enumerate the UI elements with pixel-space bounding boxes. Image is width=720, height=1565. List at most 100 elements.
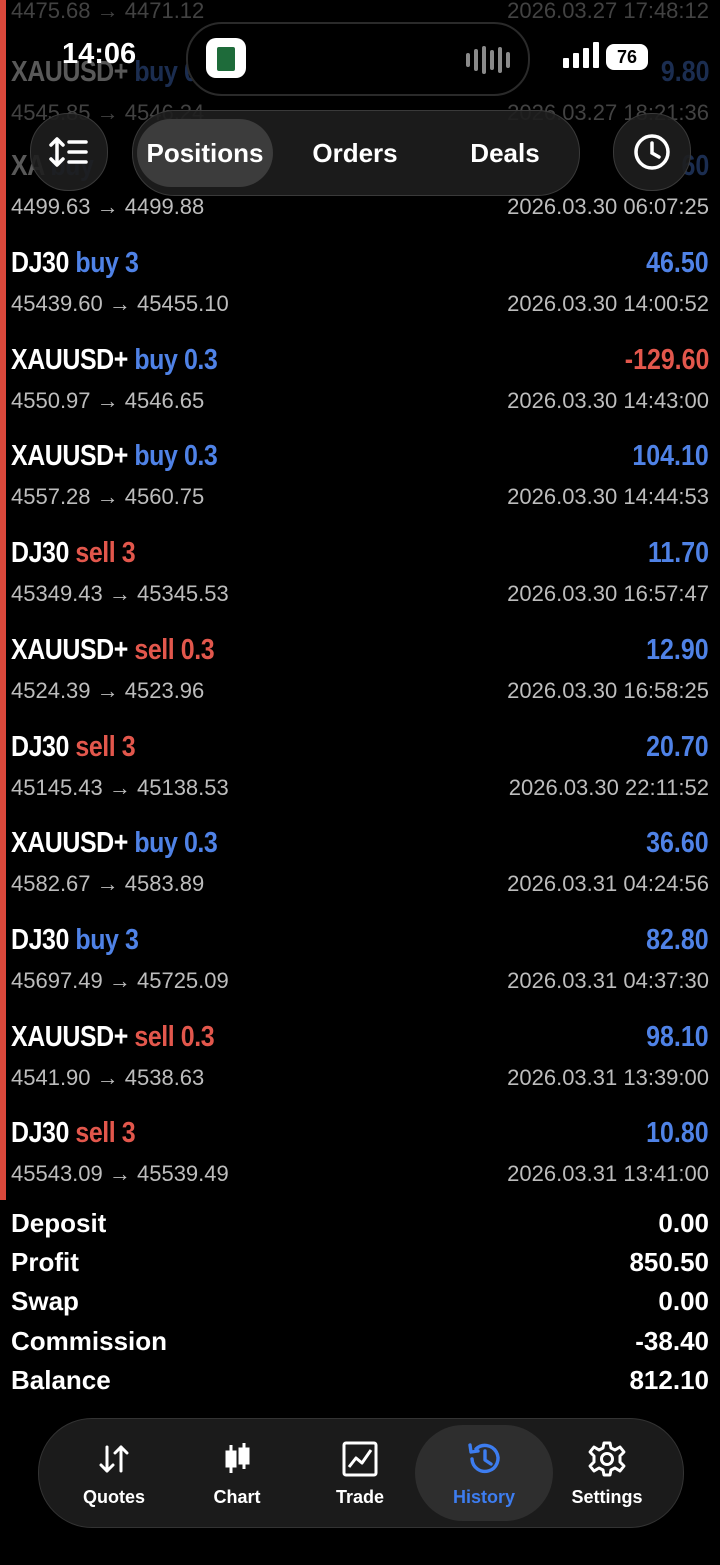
- deal-symbol: DJ30: [11, 730, 69, 763]
- nav-label: Settings: [571, 1487, 643, 1507]
- nav-chart[interactable]: Chart: [177, 1425, 297, 1521]
- deal-title: DJ30 sell 3: [11, 730, 136, 764]
- deal-side: buy: [134, 440, 178, 473]
- deal-row[interactable]: DJ30 sell 3 20.70 45145.43 → 45138.53 2026.…: [0, 729, 720, 825]
- deal-prices: 4557.28 → 4560.75: [11, 484, 205, 510]
- deal-symbol: DJ30: [11, 1117, 69, 1150]
- deal-side: sell: [134, 1020, 175, 1053]
- deal-volume: 3: [121, 730, 136, 763]
- period-button[interactable]: [613, 113, 691, 191]
- deal-profit: 98.10: [646, 1020, 709, 1053]
- deal-symbol: DJ30: [11, 247, 69, 279]
- deal-title: DJ30 buy 3: [11, 923, 139, 957]
- deal-symbol: DJ30: [11, 537, 69, 570]
- app-activity-icon: [206, 38, 246, 78]
- deal-volume: 3: [124, 247, 139, 279]
- nav-label: History: [452, 1487, 515, 1507]
- nav-history[interactable]: History: [415, 1425, 553, 1521]
- nav-label: Chart: [213, 1487, 261, 1507]
- deal-side: sell: [75, 1117, 116, 1150]
- chart-icon: [225, 1443, 250, 1473]
- deal-symbol: XAUUSD+: [11, 343, 128, 376]
- tab-deals[interactable]: Deals: [437, 119, 573, 187]
- deal-row[interactable]: DJ30 buy 3 46.50 45439.60 → 45455.10 2026.0…: [0, 245, 720, 341]
- deal-title: DJ30 buy 3: [11, 247, 139, 280]
- nav-trade[interactable]: Trade: [300, 1425, 420, 1521]
- trade-icon: [342, 1441, 378, 1477]
- deal-profit: 11.70: [647, 537, 709, 570]
- deal-time: 2026.03.30 06:07:25: [507, 194, 709, 219]
- deal-volume: 0.3: [183, 440, 218, 473]
- deal-side: sell: [134, 633, 175, 666]
- nav-settings[interactable]: Settings: [547, 1425, 667, 1521]
- summary-commission: Commission -38.40: [0, 1326, 720, 1366]
- deal-title: XAUUSD+ sell 0.3: [11, 633, 215, 667]
- history-tabs: Positions Orders Deals: [132, 110, 580, 196]
- summary-value: 0.00: [658, 1286, 709, 1316]
- deal-row[interactable]: XAUUSD+ buy 0.3 36.60 4582.67 → 4583.89 202…: [0, 825, 720, 921]
- deal-side: buy: [75, 247, 119, 279]
- tab-orders[interactable]: Orders: [287, 119, 423, 187]
- summary-label: Deposit: [11, 1208, 107, 1238]
- deal-title: XAUUSD+ buy 0.3: [11, 827, 218, 860]
- deal-profit: -129.60: [624, 343, 709, 376]
- cellular-signal-icon: [563, 40, 599, 68]
- deal-volume: 0.3: [183, 343, 218, 376]
- settings-icon: [588, 1441, 626, 1477]
- deal-time: 2026.03.30 14:44:53: [507, 484, 709, 510]
- deal-profit: 36.60: [646, 827, 709, 860]
- deal-row[interactable]: DJ30 sell 3 11.70 45349.43 → 45345.53 2026.…: [0, 535, 720, 631]
- deal-time: 2026.03.30 22:11:52: [508, 774, 709, 800]
- deal-time: 2026.03.30 16:58:25: [507, 677, 709, 703]
- deal-row[interactable]: DJ30 sell 3 10.80 45543.09 → 45539.49 2026.…: [0, 1115, 720, 1211]
- deal-volume: 3: [121, 1117, 136, 1150]
- sort-icon: [49, 137, 88, 167]
- deal-row[interactable]: XAUUSD+ sell 0.3 12.90 4524.39 → 4523.96 20…: [0, 632, 720, 728]
- battery-icon: 76: [606, 44, 648, 70]
- summary-value: 850.50: [629, 1247, 709, 1277]
- deal-time: 2026.03.31 04:24:56: [507, 871, 709, 897]
- deal-title: XAUUSD+ buy 0.3: [11, 343, 218, 377]
- tab-positions[interactable]: Positions: [137, 119, 273, 187]
- deal-prices: 45145.43 → 45138.53: [11, 774, 229, 800]
- summary-profit: Profit 850.50: [0, 1247, 720, 1287]
- deal-side: buy: [75, 923, 119, 956]
- nav-label: Quotes: [82, 1487, 145, 1507]
- deal-time: 2026.03.30 14:43:00: [507, 387, 709, 413]
- summary-value: 0.00: [658, 1208, 709, 1238]
- deal-prices: 4550.97 → 4546.65: [11, 387, 205, 413]
- summary-deposit: Deposit 0.00: [0, 1208, 720, 1248]
- status-time: 14:06: [62, 38, 137, 70]
- deal-prices: 4582.67 → 4583.89: [11, 871, 205, 897]
- deal-profit: 46.50: [646, 247, 709, 279]
- deal-volume: 0.3: [180, 633, 215, 666]
- deal-time: 2026.03.31 04:37:30: [507, 967, 709, 993]
- deal-prices: 45697.49 → 45725.09: [11, 967, 229, 993]
- deal-title: XAUUSD+ buy 0.3: [11, 440, 218, 473]
- deal-symbol: XAUUSD+: [11, 827, 128, 860]
- summary-label: Profit: [11, 1247, 79, 1277]
- sort-button[interactable]: [30, 113, 108, 191]
- deal-volume: 3: [121, 537, 136, 570]
- deal-profit: 82.80: [646, 923, 709, 956]
- deal-time: 2026.03.30 16:57:47: [507, 581, 709, 607]
- deal-row[interactable]: DJ30 buy 3 82.80 45697.49 → 45725.09 2026.0…: [0, 922, 720, 1018]
- deal-row[interactable]: XAUUSD+ buy 0.3 -129.60 4550.97 → 4546.65 2…: [0, 342, 720, 438]
- deal-prices: 45349.43 → 45345.53: [11, 581, 229, 607]
- deal-symbol: XAUUSD+: [11, 440, 128, 473]
- deal-volume: 3: [124, 923, 139, 956]
- deal-profit: 12.90: [646, 633, 709, 666]
- summary-balance: Balance 812.10: [0, 1365, 720, 1405]
- deal-volume: 0.3: [180, 1020, 215, 1053]
- deal-row[interactable]: XAUUSD+ sell 0.3 98.10 4541.90 → 4538.63 20…: [0, 1019, 720, 1115]
- history-icon: [468, 1443, 500, 1474]
- deal-row[interactable]: XAUUSD+ buy 0.3 104.10 4557.28 → 4560.75 20…: [0, 438, 720, 534]
- deal-side: buy: [134, 827, 178, 860]
- summary-swap: Swap 0.00: [0, 1286, 720, 1326]
- deal-time: 2026.03.27 17:48:12: [507, 0, 709, 23]
- deal-prices: 4499.63 → 4499.88: [11, 194, 205, 219]
- deal-profit: 10.80: [646, 1117, 709, 1150]
- nav-quotes[interactable]: Quotes: [54, 1425, 174, 1521]
- deal-time: 2026.03.30 14:00:52: [507, 291, 709, 316]
- deal-side: buy: [134, 343, 178, 376]
